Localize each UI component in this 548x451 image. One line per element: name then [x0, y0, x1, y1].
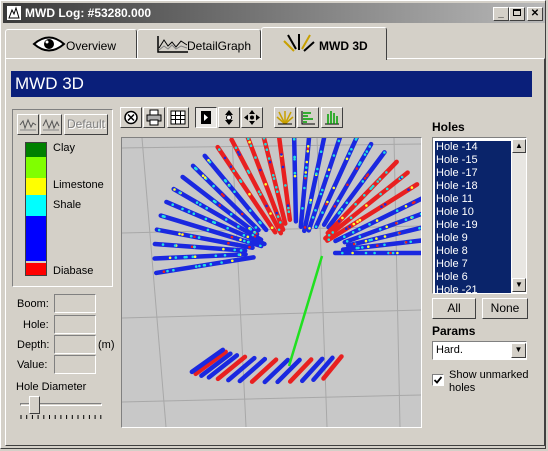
bar-list-icon: [301, 111, 315, 125]
hole-list-item[interactable]: Hole -19: [435, 219, 511, 232]
hole-label: Hole:: [23, 319, 49, 331]
grid-icon: [170, 110, 186, 125]
fan-chart-icon: [325, 111, 339, 125]
params-value: Hard.: [436, 344, 463, 356]
tilt-icon: [225, 110, 233, 125]
boom-field: [54, 294, 96, 313]
depth-unit: (m): [98, 339, 115, 351]
minimize-icon: _: [498, 8, 504, 19]
maximize-icon: [513, 9, 521, 16]
value-field: [54, 355, 96, 374]
legend-label-clay: Clay: [53, 142, 76, 154]
drill-holes: [152, 138, 421, 385]
params-select[interactable]: Hard. ▼: [432, 341, 527, 360]
holes-label: Holes: [432, 120, 465, 134]
depth-label: Depth:: [17, 339, 50, 351]
minimize-button[interactable]: _: [493, 7, 509, 21]
value-label: Value:: [17, 359, 48, 371]
show-holes-button[interactable]: [274, 107, 296, 128]
all-button[interactable]: All: [432, 298, 476, 319]
hole-list-item[interactable]: Hole -21: [435, 284, 511, 293]
window-title: MWD Log: #53280.000: [25, 6, 152, 20]
hole-list-item[interactable]: Hole 7: [435, 258, 511, 271]
tab-mwd-3d[interactable]: MWD 3D: [261, 27, 387, 60]
pan-icon: [244, 110, 260, 125]
close-button[interactable]: ✕: [527, 7, 543, 21]
printer-icon: [146, 109, 162, 126]
params-label: Params: [432, 324, 476, 338]
hole-list-item[interactable]: Hole 9: [435, 232, 511, 245]
holes-scrollbar[interactable]: ▲ ▼: [512, 139, 526, 292]
scroll-down-icon: ▼: [515, 280, 523, 289]
show-fan-button[interactable]: [321, 107, 343, 128]
none-button[interactable]: None: [482, 298, 528, 319]
show-bars-button[interactable]: [297, 107, 319, 128]
params-dropdown-button[interactable]: ▼: [511, 343, 526, 358]
mwd-3d-canvas[interactable]: [122, 138, 421, 427]
tab-detailgraph[interactable]: DetailGraph: [137, 29, 261, 58]
grid-toggle-button[interactable]: [167, 107, 189, 128]
eye-icon: [32, 36, 66, 52]
title-bar: MWD Log: #53280.000 _ ✕: [3, 3, 545, 23]
tab-overview-label: Overview: [66, 39, 117, 53]
drill-icon: [283, 34, 315, 52]
close-icon: ✕: [530, 8, 540, 19]
tab-mwd-3d-label: MWD 3D: [319, 39, 368, 53]
mwd-3d-view[interactable]: [121, 137, 422, 428]
tab-detailgraph-label: DetailGraph: [187, 39, 252, 53]
hole-list-item[interactable]: Hole -18: [435, 180, 511, 193]
tab-overview[interactable]: Overview: [5, 29, 137, 58]
scroll-up-button[interactable]: ▲: [512, 139, 526, 153]
drill-fan-icon: [276, 111, 294, 125]
slider-thumb[interactable]: [29, 396, 41, 414]
legend-frame: [25, 142, 47, 276]
rotate-icon: [201, 111, 211, 124]
hole-list-item[interactable]: Hole -15: [435, 154, 511, 167]
holes-listbox[interactable]: Hole -14 Hole -15 Hole -17 Hole -18 Hole 11 H…: [432, 137, 527, 294]
chevron-down-icon: ▼: [514, 345, 523, 354]
show-unmarked-label: Show unmarked holes: [449, 369, 529, 394]
tilt-view-button[interactable]: [218, 107, 240, 128]
legend-label-limestone: Limestone: [53, 179, 104, 191]
hole-field: [54, 315, 96, 334]
hole-diameter-label: Hole Diameter: [16, 381, 87, 393]
hole-list-item[interactable]: Hole -17: [435, 167, 511, 180]
graph-icon: [157, 36, 188, 53]
cancel-circle-icon: [124, 110, 138, 125]
slider-ticks: [20, 415, 102, 419]
scroll-up-icon: ▲: [515, 141, 523, 150]
show-unmarked-checkbox[interactable]: [432, 374, 444, 386]
mwd-log-window: MWD Log: #53280.000 _ ✕ Overview DetailG…: [0, 0, 546, 449]
depth-field: [54, 335, 96, 354]
page-title: MWD 3D: [15, 74, 84, 93]
scroll-down-button[interactable]: ▼: [512, 278, 526, 292]
maximize-button[interactable]: [509, 7, 525, 21]
hole-list-item[interactable]: Hole 6: [435, 271, 511, 284]
checkmark-icon: [433, 376, 443, 384]
rotate-view-button[interactable]: [195, 107, 217, 128]
selected-hole: [287, 255, 324, 367]
page-header: MWD 3D: [11, 71, 532, 97]
hole-list-item[interactable]: Hole 11: [435, 193, 511, 206]
legend-label-diabase: Diabase: [53, 265, 94, 277]
print-button[interactable]: [143, 107, 165, 128]
boom-label: Boom:: [17, 298, 49, 310]
hole-list-item[interactable]: Hole 10: [435, 206, 511, 219]
hole-list-item[interactable]: Hole 8: [435, 245, 511, 258]
reset-view-button[interactable]: [120, 107, 142, 128]
hole-diameter-slider[interactable]: [18, 395, 104, 421]
app-icon: [7, 6, 21, 20]
legend-label-shale: Shale: [53, 199, 82, 211]
hole-list-item[interactable]: Hole -14: [435, 141, 511, 154]
pan-view-button[interactable]: [241, 107, 263, 128]
